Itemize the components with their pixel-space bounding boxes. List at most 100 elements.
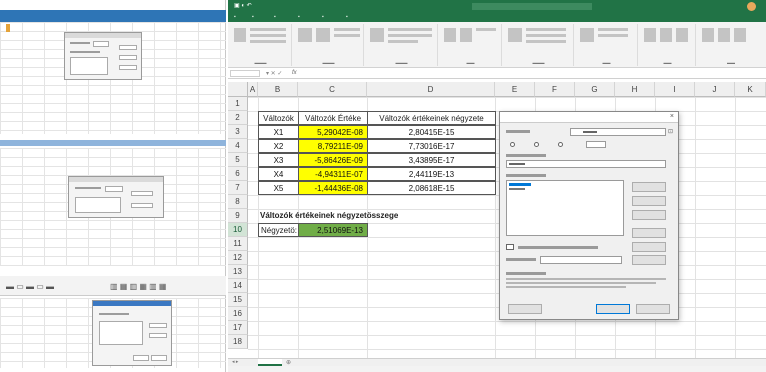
ribbon-group[interactable]: ▬▬▬ bbox=[366, 24, 438, 66]
thumbnail-ribbon: ▬ ▭ ▬ ▭ ▬ ▥ ▦ ▥ ▦ ▥ ▦ bbox=[0, 276, 226, 296]
ribbon-group[interactable]: ▬▬ bbox=[698, 24, 764, 66]
value-of-field[interactable] bbox=[586, 141, 606, 148]
solving-method-select[interactable] bbox=[540, 256, 622, 264]
ribbon-group[interactable]: ▬▬ bbox=[576, 24, 638, 66]
table-cell[interactable]: 2,80415E-15 bbox=[367, 125, 496, 139]
column-header[interactable]: H bbox=[615, 82, 655, 97]
column-header[interactable]: G bbox=[575, 82, 615, 97]
name-box[interactable] bbox=[230, 70, 260, 77]
sheet-nav-arrows-icon[interactable]: ◂ ▸ bbox=[232, 359, 238, 365]
table-cell[interactable]: -5,86426E-09 bbox=[298, 153, 368, 167]
table-header-cell[interactable]: Változók bbox=[258, 111, 299, 125]
autosave-toggle-icon[interactable]: ▣ ◐ ↶ bbox=[234, 2, 252, 9]
column-header[interactable]: E bbox=[495, 82, 535, 97]
unconstrained-label bbox=[518, 246, 598, 249]
table-cell[interactable]: 8,79211E-09 bbox=[298, 139, 368, 153]
row-header[interactable]: 17 bbox=[228, 321, 248, 335]
dialog-title-bar[interactable] bbox=[500, 112, 678, 123]
ribbon-group[interactable]: ▬▬ bbox=[640, 24, 696, 66]
ribbon-group[interactable]: ▬▬ bbox=[440, 24, 502, 66]
table-cell[interactable]: 2,44119E-13 bbox=[367, 167, 496, 181]
row-header-selected[interactable]: 10 bbox=[228, 223, 248, 237]
collapse-ref-icon[interactable]: ⊡ bbox=[668, 128, 673, 135]
formula-bar-buttons-icon[interactable]: ▾ ✕ ✓ bbox=[266, 70, 282, 77]
radio-min[interactable] bbox=[534, 142, 539, 147]
help-button[interactable] bbox=[508, 304, 542, 314]
column-header[interactable]: D bbox=[367, 82, 495, 97]
goal-value-cell[interactable]: 2,51069E-13 bbox=[298, 223, 368, 237]
table-cell[interactable]: 2,08618E-15 bbox=[367, 181, 496, 195]
column-header[interactable]: F bbox=[535, 82, 575, 97]
close-icon[interactable]: × bbox=[670, 113, 674, 120]
row-header[interactable]: 14 bbox=[228, 279, 248, 293]
column-header[interactable]: K bbox=[735, 82, 766, 97]
ribbon-group[interactable]: ▬▬▬ bbox=[230, 24, 292, 66]
row-header[interactable]: 15 bbox=[228, 293, 248, 307]
column-header[interactable]: J bbox=[695, 82, 735, 97]
table-cell[interactable]: X5 bbox=[258, 181, 299, 195]
constraints-list[interactable] bbox=[506, 180, 624, 236]
row-header[interactable]: 8 bbox=[228, 195, 248, 209]
table-cell[interactable]: X1 bbox=[258, 125, 299, 139]
method-description bbox=[506, 278, 666, 280]
sheet-tab-bar: ◂ ▸ ⊕ bbox=[228, 358, 766, 366]
options-button[interactable] bbox=[632, 255, 666, 265]
thumbnail-solver-dialog bbox=[92, 300, 172, 366]
row-header[interactable]: 4 bbox=[228, 139, 248, 153]
reset-all-button[interactable] bbox=[632, 228, 666, 238]
solver-dialog: × ⊡ bbox=[499, 111, 679, 320]
worksheet[interactable]: A B C D E F G H I J K 1 2 3 4 5 6 7 8 9 … bbox=[228, 82, 766, 358]
row-header[interactable]: 9 bbox=[228, 209, 248, 223]
formula-input[interactable] bbox=[304, 70, 764, 77]
table-cell[interactable]: 5,29042E-08 bbox=[298, 125, 368, 139]
row-header[interactable]: 6 bbox=[228, 167, 248, 181]
fx-icon[interactable]: fx bbox=[292, 70, 297, 76]
sum-title[interactable]: Változók értékeinek négyzetösszege bbox=[260, 209, 460, 223]
table-cell[interactable]: X4 bbox=[258, 167, 299, 181]
radio-value[interactable] bbox=[558, 142, 563, 147]
excel-window: ▣ ◐ ↶ ▪ ▪ ▪ ▪ ▪ ▪ ▬▬▬ ▬▬▬ ▬▬▬ ▬▬ ▬▬▬ ▬▬ … bbox=[228, 0, 766, 372]
objective-field[interactable] bbox=[570, 128, 666, 136]
row-header[interactable]: 11 bbox=[228, 237, 248, 251]
select-all-corner[interactable] bbox=[228, 82, 248, 97]
row-header[interactable]: 2 bbox=[228, 111, 248, 125]
load-save-button[interactable] bbox=[632, 242, 666, 252]
column-header[interactable]: I bbox=[655, 82, 695, 97]
table-cell[interactable]: X2 bbox=[258, 139, 299, 153]
delete-constraint-button[interactable] bbox=[632, 210, 666, 220]
row-header[interactable]: 5 bbox=[228, 153, 248, 167]
table-cell[interactable]: 7,73016E-17 bbox=[367, 139, 496, 153]
column-header[interactable]: A bbox=[248, 82, 258, 97]
table-cell[interactable]: 3,43895E-17 bbox=[367, 153, 496, 167]
row-header[interactable]: 13 bbox=[228, 265, 248, 279]
method-label bbox=[506, 258, 536, 261]
radio-max[interactable] bbox=[510, 142, 515, 147]
change-constraint-button[interactable] bbox=[632, 196, 666, 206]
goal-label[interactable]: Négyzetö: bbox=[258, 223, 299, 237]
solve-button[interactable] bbox=[596, 304, 630, 314]
avatar[interactable] bbox=[747, 2, 756, 11]
row-header[interactable]: 1 bbox=[228, 97, 248, 111]
thumbnail-solver-dialog bbox=[64, 32, 142, 80]
table-header-cell[interactable]: Változók értékeinek négyzete bbox=[367, 111, 496, 125]
row-header[interactable]: 12 bbox=[228, 251, 248, 265]
table-cell[interactable]: -4,94311E-07 bbox=[298, 167, 368, 181]
row-header[interactable]: 3 bbox=[228, 125, 248, 139]
column-header[interactable]: B bbox=[258, 82, 298, 97]
sheet-tab[interactable] bbox=[258, 359, 282, 366]
changing-cells-field[interactable] bbox=[506, 160, 666, 168]
ribbon-group[interactable]: ▬▬▬ bbox=[504, 24, 574, 66]
row-header[interactable]: 18 bbox=[228, 335, 248, 349]
table-header-cell[interactable]: Változók Értéke bbox=[298, 111, 368, 125]
unconstrained-checkbox[interactable] bbox=[506, 244, 514, 250]
row-header[interactable]: 7 bbox=[228, 181, 248, 195]
add-constraint-button[interactable] bbox=[632, 182, 666, 192]
table-cell[interactable]: -1,44436E-08 bbox=[298, 181, 368, 195]
close-button[interactable] bbox=[636, 304, 670, 314]
search-box[interactable] bbox=[472, 3, 592, 10]
add-sheet-icon[interactable]: ⊕ bbox=[286, 359, 291, 366]
table-cell[interactable]: X3 bbox=[258, 153, 299, 167]
column-header[interactable]: C bbox=[298, 82, 367, 97]
ribbon-group[interactable]: ▬▬▬ bbox=[294, 24, 364, 66]
row-header[interactable]: 16 bbox=[228, 307, 248, 321]
